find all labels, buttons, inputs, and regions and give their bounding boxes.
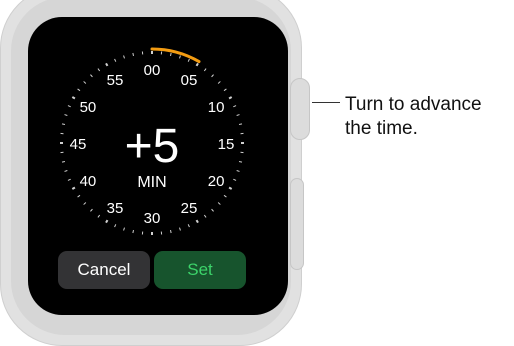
dial-tick	[212, 75, 214, 77]
dial-tick	[62, 162, 65, 163]
digital-crown[interactable]	[290, 78, 310, 140]
dial-tick	[68, 179, 71, 180]
dial-tick	[78, 89, 80, 91]
dial-tick	[68, 106, 71, 107]
dial-tick	[115, 224, 116, 227]
progress-arc	[152, 49, 199, 62]
dial-tick	[218, 81, 220, 83]
dial-tick	[188, 59, 189, 62]
dial-tick	[65, 115, 68, 116]
timer-unit: MIN	[137, 174, 166, 191]
dial-label: 15	[218, 136, 235, 153]
dial-tick	[180, 56, 181, 59]
watch-screen: 00 05 10 15 20 25 30 35 40 45 50 55 +5 MIN Cancel S…	[28, 17, 288, 315]
dial-tick	[237, 115, 240, 116]
dial-tick	[204, 215, 206, 217]
dial-tick	[84, 81, 86, 83]
dial-tick	[90, 209, 92, 211]
callout-leader-line	[312, 102, 340, 103]
dial-tick	[72, 97, 75, 99]
dial-tick	[229, 188, 232, 190]
dial-tick	[204, 69, 206, 71]
dial-tick	[62, 124, 65, 125]
cancel-button[interactable]: Cancel	[58, 251, 150, 289]
dial-label: 10	[208, 99, 225, 116]
dial-label: 20	[208, 173, 225, 190]
dial-tick	[124, 228, 125, 231]
dial-label: 35	[107, 200, 124, 217]
timer-value: +5	[125, 120, 180, 173]
dial-tick	[115, 59, 116, 62]
dial-tick	[237, 171, 240, 172]
dial-tick	[197, 220, 199, 223]
callout-text: Turn to advance the time.	[345, 93, 511, 141]
dial-label: 50	[80, 99, 97, 116]
dial-tick	[197, 63, 199, 66]
dial-label: 40	[80, 173, 97, 190]
dial-tick	[72, 188, 75, 190]
dial-tick	[171, 53, 172, 56]
dial-tick	[98, 69, 100, 71]
dial-tick	[188, 224, 189, 227]
dial-tick	[65, 171, 68, 172]
dial-tick	[90, 75, 92, 77]
cancel-button-label: Cancel	[78, 260, 131, 280]
dial-label: 00	[144, 62, 161, 79]
side-button[interactable]	[290, 178, 304, 270]
dial-tick	[106, 220, 108, 223]
dial-tick	[218, 203, 220, 205]
dial-tick	[239, 162, 242, 163]
dial-tick	[233, 179, 236, 180]
callout-line-1: Turn to advance	[345, 93, 511, 117]
dial-tick	[224, 195, 226, 197]
dial-tick	[239, 124, 242, 125]
dial-label: 55	[107, 72, 124, 89]
dial-tick	[180, 228, 181, 231]
dial-label: 30	[144, 210, 161, 227]
dial-label: 45	[70, 136, 87, 153]
set-button-label: Set	[187, 260, 213, 280]
dial-tick	[98, 215, 100, 217]
set-button[interactable]: Set	[154, 251, 246, 289]
dial-tick	[212, 209, 214, 211]
dial-tick	[78, 195, 80, 197]
dial-tick	[133, 230, 134, 233]
dial-label: 05	[181, 72, 198, 89]
dial-tick	[229, 97, 232, 99]
dial-tick	[124, 56, 125, 59]
dial-tick	[171, 230, 172, 233]
dial-tick	[233, 106, 236, 107]
dial-tick	[224, 89, 226, 91]
dial-tick	[133, 53, 134, 56]
dial-tick	[106, 63, 108, 66]
dial-label: 25	[181, 200, 198, 217]
dial-tick	[84, 203, 86, 205]
callout-line-2: the time.	[345, 117, 511, 141]
